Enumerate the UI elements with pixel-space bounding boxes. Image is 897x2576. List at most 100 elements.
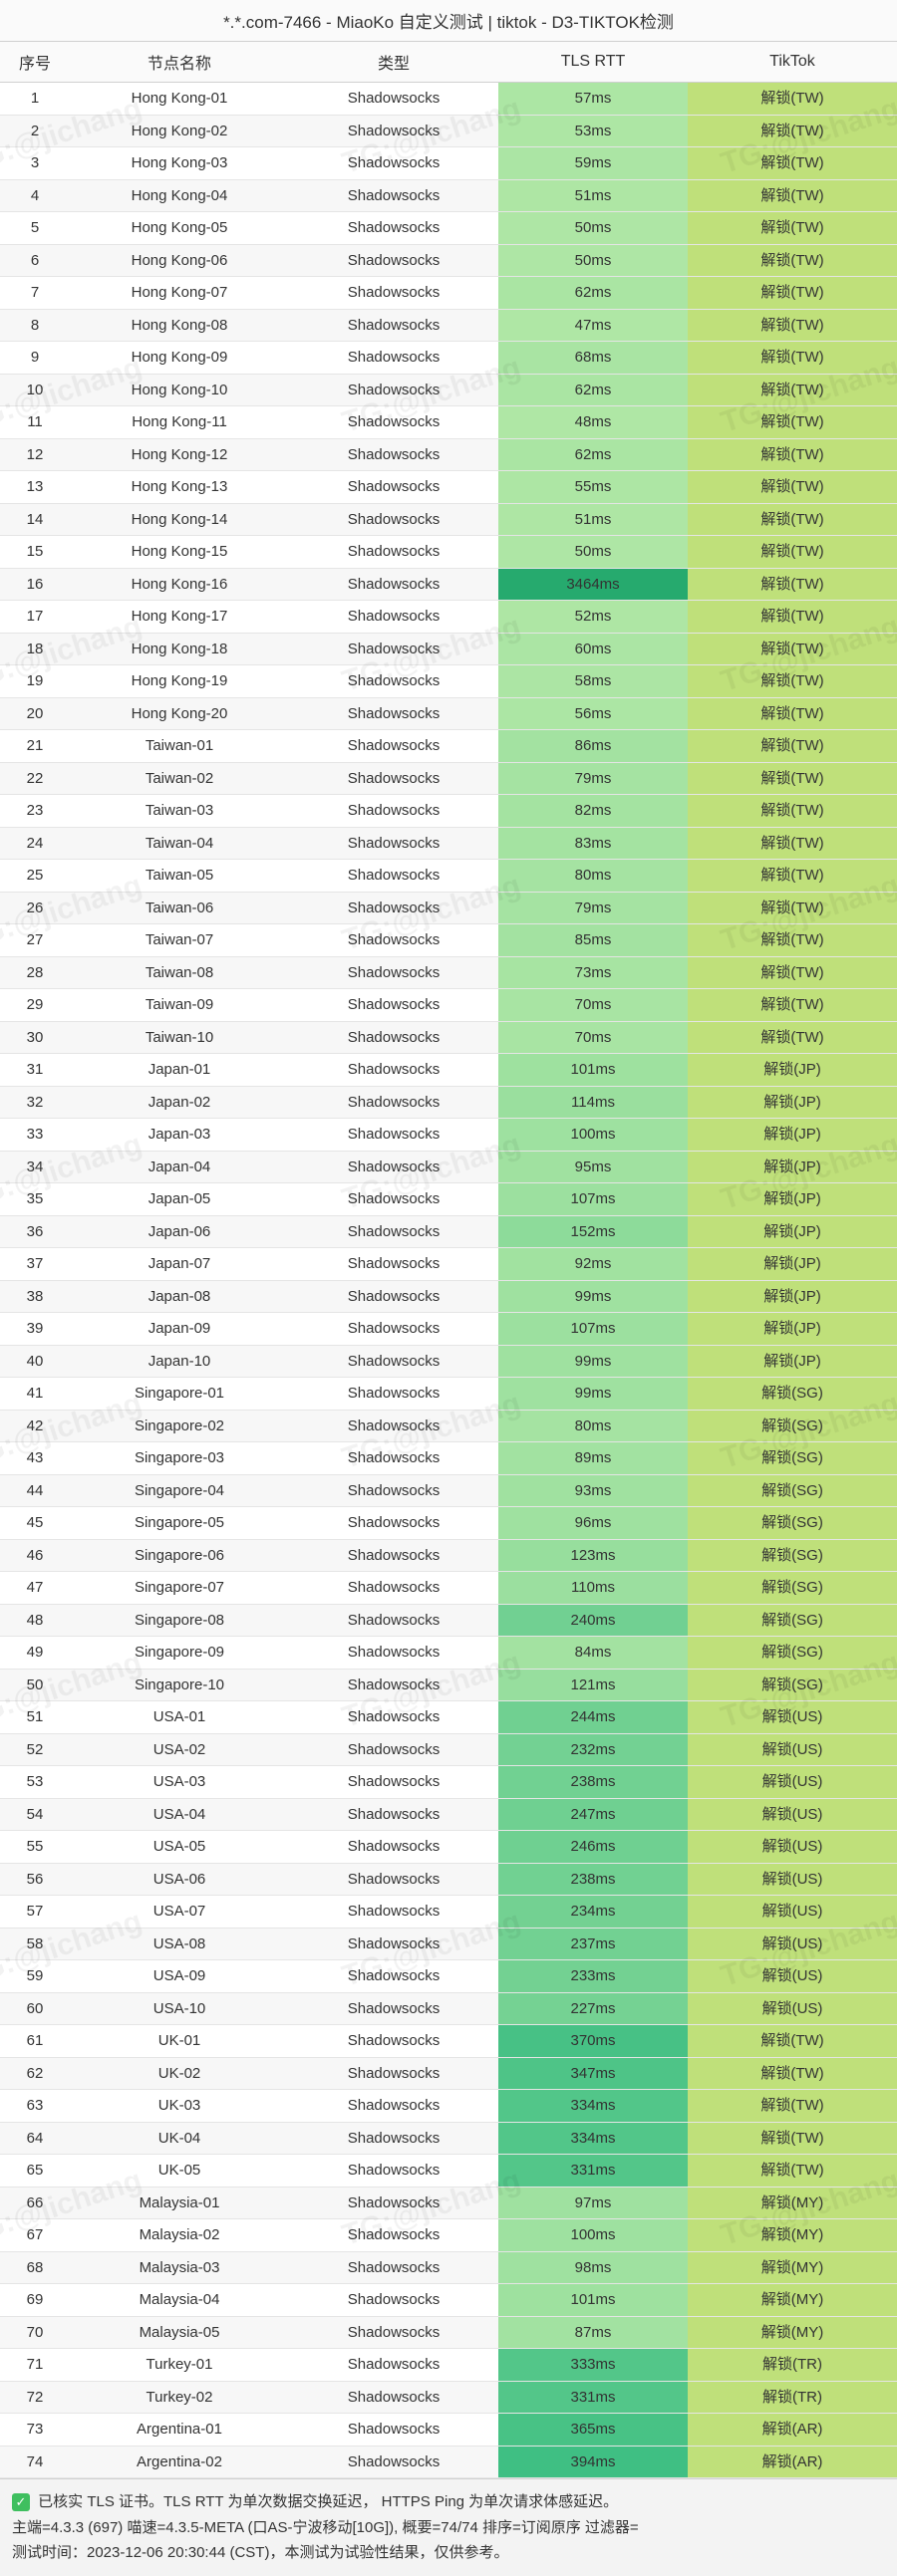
cell-node: Hong Kong-20 (70, 697, 289, 730)
cell-rtt: 107ms (498, 1313, 688, 1346)
cell-type: Shadowsocks (289, 277, 498, 310)
cell-index: 50 (0, 1669, 70, 1701)
cell-node: Singapore-08 (70, 1604, 289, 1637)
cell-index: 1 (0, 83, 70, 116)
cell-rtt: 237ms (498, 1928, 688, 1960)
cell-type: Shadowsocks (289, 2316, 498, 2349)
cell-rtt: 89ms (498, 1442, 688, 1475)
cell-tiktok: 解锁(TW) (688, 309, 897, 342)
cell-tiktok: 解锁(TW) (688, 730, 897, 763)
table-row: 71Turkey-01Shadowsocks333ms解锁(TR) (0, 2349, 897, 2382)
table-row: 43Singapore-03Shadowsocks89ms解锁(SG) (0, 1442, 897, 1475)
cell-index: 35 (0, 1183, 70, 1216)
cell-index: 11 (0, 406, 70, 439)
cell-type: Shadowsocks (289, 2381, 498, 2414)
cell-type: Shadowsocks (289, 406, 498, 439)
cell-type: Shadowsocks (289, 1054, 498, 1087)
cell-index: 33 (0, 1119, 70, 1152)
footer-line-3: 测试时间：2023-12-06 20:30:44 (CST)，本测试为试验性结果… (12, 2540, 885, 2566)
cell-rtt: 53ms (498, 115, 688, 147)
cell-node: Singapore-10 (70, 1669, 289, 1701)
cell-tiktok: 解锁(TW) (688, 244, 897, 277)
cell-rtt: 240ms (498, 1604, 688, 1637)
cell-node: USA-06 (70, 1863, 289, 1896)
cell-node: Taiwan-03 (70, 795, 289, 828)
check-icon: ✓ (12, 2493, 30, 2511)
table-row: 67Malaysia-02Shadowsocks100ms解锁(MY) (0, 2219, 897, 2252)
table-row: 5Hong Kong-05Shadowsocks50ms解锁(TW) (0, 212, 897, 245)
table-row: 65UK-05Shadowsocks331ms解锁(TW) (0, 2155, 897, 2188)
cell-type: Shadowsocks (289, 665, 498, 698)
cell-tiktok: 解锁(SG) (688, 1474, 897, 1507)
cell-tiktok: 解锁(TW) (688, 795, 897, 828)
cell-rtt: 121ms (498, 1669, 688, 1701)
cell-node: UK-02 (70, 2057, 289, 2090)
table-row: 13Hong Kong-13Shadowsocks55ms解锁(TW) (0, 471, 897, 504)
cell-tiktok: 解锁(US) (688, 1960, 897, 1993)
cell-tiktok: 解锁(TW) (688, 212, 897, 245)
cell-rtt: 50ms (498, 536, 688, 569)
cell-tiktok: 解锁(JP) (688, 1248, 897, 1281)
cell-tiktok: 解锁(SG) (688, 1604, 897, 1637)
cell-tiktok: 解锁(JP) (688, 1313, 897, 1346)
cell-index: 60 (0, 1992, 70, 2025)
cell-rtt: 334ms (498, 2090, 688, 2123)
table-row: 54USA-04Shadowsocks247ms解锁(US) (0, 1798, 897, 1831)
cell-node: Japan-03 (70, 1119, 289, 1152)
cell-rtt: 96ms (498, 1507, 688, 1540)
cell-index: 13 (0, 471, 70, 504)
table-row: 50Singapore-10Shadowsocks121ms解锁(SG) (0, 1669, 897, 1701)
cell-rtt: 47ms (498, 309, 688, 342)
cell-node: Japan-01 (70, 1054, 289, 1087)
cell-type: Shadowsocks (289, 1474, 498, 1507)
cell-tiktok: 解锁(TW) (688, 374, 897, 406)
cell-index: 20 (0, 697, 70, 730)
cell-node: UK-03 (70, 2090, 289, 2123)
cell-index: 74 (0, 2446, 70, 2478)
cell-rtt: 93ms (498, 1474, 688, 1507)
cell-node: Hong Kong-03 (70, 147, 289, 180)
cell-rtt: 48ms (498, 406, 688, 439)
cell-type: Shadowsocks (289, 2187, 498, 2219)
cell-rtt: 333ms (498, 2349, 688, 2382)
cell-rtt: 73ms (498, 956, 688, 989)
cell-tiktok: 解锁(US) (688, 1992, 897, 2025)
cell-rtt: 50ms (498, 244, 688, 277)
cell-type: Shadowsocks (289, 471, 498, 504)
cell-tiktok: 解锁(TW) (688, 536, 897, 569)
table-row: 25Taiwan-05Shadowsocks80ms解锁(TW) (0, 860, 897, 893)
table-row: 14Hong Kong-14Shadowsocks51ms解锁(TW) (0, 503, 897, 536)
cell-tiktok: 解锁(US) (688, 1863, 897, 1896)
cell-rtt: 331ms (498, 2155, 688, 2188)
cell-type: Shadowsocks (289, 244, 498, 277)
cell-node: Singapore-02 (70, 1410, 289, 1442)
cell-tiktok: 解锁(US) (688, 1896, 897, 1929)
cell-node: Argentina-01 (70, 2414, 289, 2447)
cell-node: Malaysia-05 (70, 2316, 289, 2349)
cell-node: Hong Kong-08 (70, 309, 289, 342)
cell-index: 59 (0, 1960, 70, 1993)
table-row: 61UK-01Shadowsocks370ms解锁(TW) (0, 2025, 897, 2058)
cell-tiktok: 解锁(US) (688, 1766, 897, 1799)
cell-tiktok: 解锁(TW) (688, 2057, 897, 2090)
cell-index: 24 (0, 827, 70, 860)
cell-index: 7 (0, 277, 70, 310)
table-row: 42Singapore-02Shadowsocks80ms解锁(SG) (0, 1410, 897, 1442)
table-row: 63UK-03Shadowsocks334ms解锁(TW) (0, 2090, 897, 2123)
cell-tiktok: 解锁(TW) (688, 989, 897, 1022)
cell-tiktok: 解锁(SG) (688, 1507, 897, 1540)
cell-index: 17 (0, 601, 70, 634)
cell-node: USA-07 (70, 1896, 289, 1929)
cell-type: Shadowsocks (289, 892, 498, 924)
cell-tiktok: 解锁(JP) (688, 1215, 897, 1248)
cell-tiktok: 解锁(JP) (688, 1054, 897, 1087)
table-row: 35Japan-05Shadowsocks107ms解锁(JP) (0, 1183, 897, 1216)
cell-type: Shadowsocks (289, 1896, 498, 1929)
col-header-type: 类型 (289, 42, 498, 83)
cell-index: 62 (0, 2057, 70, 2090)
cell-rtt: 101ms (498, 2284, 688, 2317)
cell-tiktok: 解锁(TW) (688, 2025, 897, 2058)
cell-node: USA-04 (70, 1798, 289, 1831)
table-row: 16Hong Kong-16Shadowsocks3464ms解锁(TW) (0, 568, 897, 601)
cell-rtt: 70ms (498, 989, 688, 1022)
